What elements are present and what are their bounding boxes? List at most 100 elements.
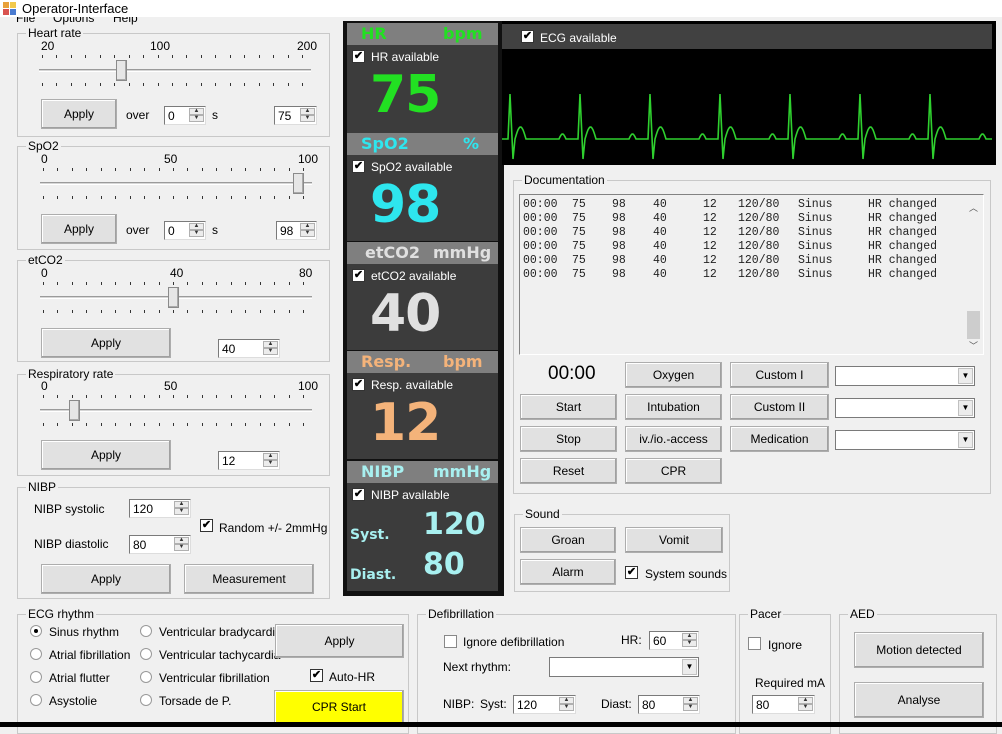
heart-rate-over-spinner[interactable]: 0 ▲ ▼	[164, 106, 206, 125]
spin-up-icon[interactable]: ▲	[300, 108, 315, 115]
ignore-defibrillation-checkbox[interactable]	[444, 635, 457, 648]
random-checkbox[interactable]: ✔	[200, 519, 213, 532]
measurement-button[interactable]: Measurement	[184, 564, 314, 594]
nibp-available-checkbox[interactable]: ✔	[352, 488, 365, 501]
slider-thumb[interactable]	[168, 287, 179, 308]
oxygen-button[interactable]: Oxygen	[625, 362, 722, 388]
custom-ii-button[interactable]: Custom II	[730, 394, 829, 420]
spin-up-icon[interactable]: ▲	[263, 341, 278, 348]
rhythm-radio[interactable]	[140, 694, 152, 706]
stop-button[interactable]: Stop	[520, 426, 617, 452]
spin-up-icon[interactable]: ▲	[798, 697, 813, 704]
rhythm-radio[interactable]	[140, 625, 152, 637]
medication-dropdown[interactable]: ▼	[835, 430, 975, 450]
spin-down-icon[interactable]: ▼	[263, 348, 278, 355]
spin-up-icon[interactable]: ▲	[189, 108, 204, 115]
spin-up-icon[interactable]: ▲	[682, 633, 697, 640]
analyse-button[interactable]: Analyse	[854, 682, 984, 718]
spo2-value-spinner[interactable]: 98 ▲ ▼	[276, 221, 317, 240]
spin-up-icon[interactable]: ▲	[683, 697, 698, 704]
spo2-over-spinner[interactable]: 0 ▲ ▼	[164, 221, 206, 240]
ecg-available-checkbox[interactable]: ✔	[521, 30, 534, 43]
pacer-ignore-checkbox[interactable]	[748, 637, 761, 650]
spo2-slider[interactable]: 0 50 100	[40, 152, 318, 203]
etco2-apply-button[interactable]: Apply	[41, 328, 171, 358]
resp-available-checkbox[interactable]: ✔	[352, 378, 365, 391]
auto-hr-checkbox[interactable]: ✔	[310, 669, 323, 682]
groan-button[interactable]: Groan	[520, 527, 616, 553]
medication-button[interactable]: Medication	[730, 426, 829, 452]
custom-ii-dropdown[interactable]: ▼	[835, 398, 975, 418]
chevron-down-icon[interactable]: ▼	[958, 400, 973, 416]
heart-rate-value-spinner[interactable]: 75 ▲ ▼	[274, 106, 317, 125]
menu-options[interactable]: Options	[53, 17, 94, 25]
spin-up-icon[interactable]: ▲	[189, 223, 204, 230]
resp-value-spinner[interactable]: 12 ▲ ▼	[218, 451, 280, 470]
scroll-down-icon[interactable]: ﹀	[969, 339, 978, 352]
rhythm-radio[interactable]	[30, 694, 42, 706]
spin-down-icon[interactable]: ▼	[263, 460, 278, 467]
scroll-thumb[interactable]	[967, 311, 980, 339]
cpr-button[interactable]: CPR	[625, 458, 722, 484]
slider-thumb[interactable]	[116, 60, 128, 81]
scroll-up-icon[interactable]: ︿	[969, 201, 978, 214]
custom-i-button[interactable]: Custom I	[730, 362, 829, 388]
respiratory-rate-slider[interactable]: 0 50 100	[40, 379, 318, 430]
defib-hr-spinner[interactable]: 60 ▲ ▼	[649, 631, 699, 650]
menu-help[interactable]: Help	[113, 17, 138, 25]
system-sounds-checkbox[interactable]: ✔	[625, 566, 638, 579]
rhythm-radio[interactable]	[140, 671, 152, 683]
custom-i-dropdown[interactable]: ▼	[835, 366, 975, 386]
spin-down-icon[interactable]: ▼	[300, 115, 315, 122]
next-rhythm-dropdown[interactable]: ▼	[549, 657, 699, 677]
spin-up-icon[interactable]: ▲	[174, 501, 189, 508]
resp-apply-button[interactable]: Apply	[41, 440, 171, 470]
start-button[interactable]: Start	[520, 394, 617, 420]
cpr-start-button[interactable]: CPR Start	[274, 690, 404, 724]
etco2-available-checkbox[interactable]: ✔	[352, 269, 365, 282]
spin-down-icon[interactable]: ▼	[189, 115, 204, 122]
alarm-button[interactable]: Alarm	[520, 559, 616, 585]
intubation-button[interactable]: Intubation	[625, 394, 722, 420]
required-ma-spinner[interactable]: 80 ▲ ▼	[752, 695, 815, 714]
nibp-apply-button[interactable]: Apply	[41, 564, 171, 594]
vomit-button[interactable]: Vomit	[625, 527, 723, 553]
spin-down-icon[interactable]: ▼	[683, 704, 698, 711]
heart-rate-apply-button[interactable]: Apply	[41, 99, 117, 129]
rhythm-radio[interactable]	[30, 671, 42, 683]
spo2-apply-button[interactable]: Apply	[41, 214, 117, 244]
defib-diast-spinner[interactable]: 80 ▲ ▼	[638, 695, 700, 714]
slider-thumb[interactable]	[292, 173, 304, 194]
rhythm-radio[interactable]	[140, 648, 152, 660]
spin-down-icon[interactable]: ▼	[798, 704, 813, 711]
motion-detected-button[interactable]: Motion detected	[854, 632, 984, 668]
spo2-available-checkbox[interactable]: ✔	[352, 160, 365, 173]
spin-up-icon[interactable]: ▲	[263, 453, 278, 460]
spin-up-icon[interactable]: ▲	[559, 697, 574, 704]
slider-thumb[interactable]	[69, 400, 81, 421]
chevron-down-icon[interactable]: ▼	[682, 659, 697, 675]
log-scrollbar[interactable]: ︿ ﹀	[966, 197, 981, 352]
rhythm-radio[interactable]	[30, 648, 42, 660]
documentation-log[interactable]: 00:00 75 98 40 12 120/80 Sinus HR changed 00:00 7…	[519, 194, 984, 355]
spin-down-icon[interactable]: ▼	[189, 230, 204, 237]
hr-available-checkbox[interactable]: ✔	[352, 50, 365, 63]
heart-rate-slider[interactable]: 20 100 200	[39, 39, 317, 90]
defib-syst-spinner[interactable]: 120 ▲ ▼	[513, 695, 576, 714]
spin-down-icon[interactable]: ▼	[174, 508, 189, 515]
spin-up-icon[interactable]: ▲	[300, 223, 315, 230]
menu-file[interactable]: File	[16, 17, 35, 25]
etco2-value-spinner[interactable]: 40 ▲ ▼	[218, 339, 280, 358]
spin-down-icon[interactable]: ▼	[300, 230, 315, 237]
iv-io-access-button[interactable]: iv./io.-access	[625, 426, 722, 452]
reset-button[interactable]: Reset	[520, 458, 617, 484]
spin-down-icon[interactable]: ▼	[559, 704, 574, 711]
rhythm-radio[interactable]	[30, 625, 42, 637]
nibp-systolic-spinner[interactable]: 120 ▲ ▼	[129, 499, 191, 518]
spin-down-icon[interactable]: ▼	[682, 640, 697, 647]
etco2-slider[interactable]: 0 40 80	[40, 266, 312, 317]
spin-up-icon[interactable]: ▲	[174, 537, 189, 544]
chevron-down-icon[interactable]: ▼	[958, 432, 973, 448]
nibp-diastolic-spinner[interactable]: 80 ▲ ▼	[129, 535, 191, 554]
chevron-down-icon[interactable]: ▼	[958, 368, 973, 384]
